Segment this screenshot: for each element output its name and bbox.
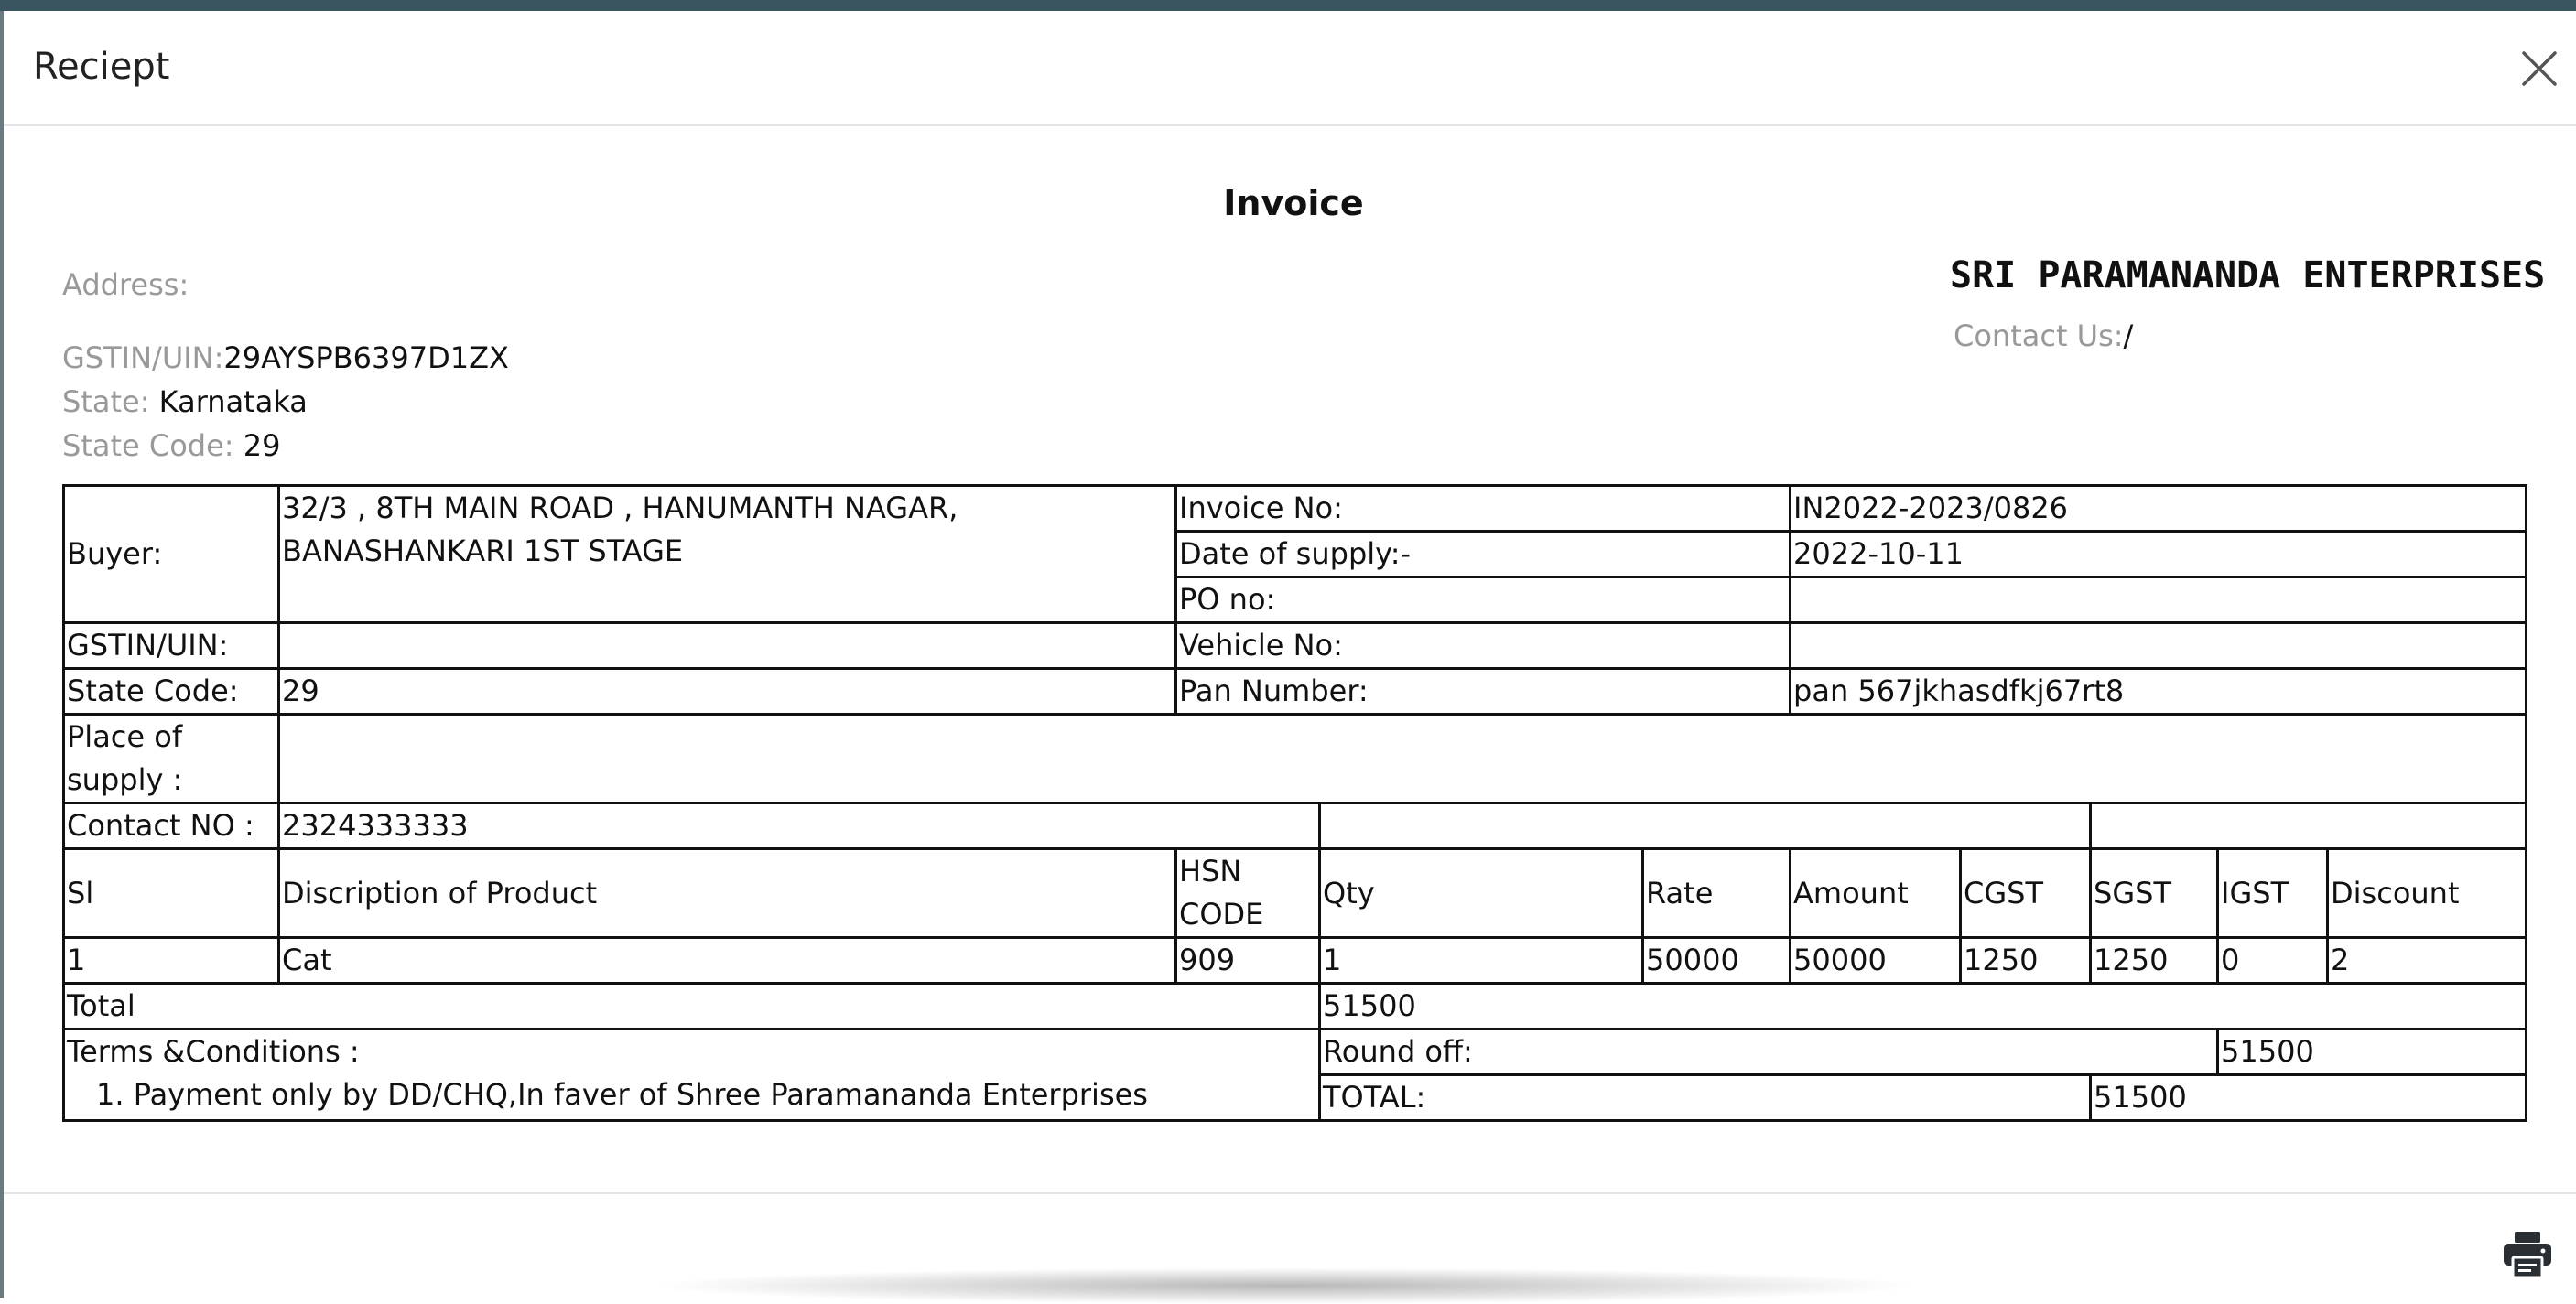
- table-row: Contact NO : 2324333333: [62, 802, 2528, 850]
- table-header-row: Sl Discription of Product HSN CODE Qty R…: [62, 847, 2528, 939]
- column-header-rate: Rate: [1640, 847, 1792, 939]
- cell-igst: 0: [2216, 936, 2330, 985]
- cell-amount: 50000: [1789, 936, 1963, 985]
- gstin-cell-value: [277, 621, 1177, 670]
- empty-cell: [2089, 802, 2528, 850]
- cell-hsn: 909: [1174, 936, 1321, 985]
- column-header-qty: Qty: [1318, 847, 1644, 939]
- column-header-hsn: HSN CODE: [1174, 847, 1321, 939]
- column-header-igst: IGST: [2216, 847, 2330, 939]
- terms-cell: Terms &Conditions : 1. Payment only by D…: [62, 1028, 1321, 1122]
- cell-sl: 1: [62, 936, 280, 985]
- vehicle-value: [1789, 621, 2528, 670]
- cell-qty: 1: [1318, 936, 1644, 985]
- gstin-cell-label: GSTIN/UIN:: [62, 621, 280, 670]
- company-name: SRI PARAMANANDA ENTERPRISES: [1950, 254, 2546, 296]
- place-of-supply-value: [276, 713, 2528, 804]
- state-code-cell-value: 29: [277, 667, 1177, 716]
- footer-shadow: [644, 1267, 1926, 1304]
- vehicle-label: Vehicle No:: [1174, 621, 1792, 670]
- column-header-cgst: CGST: [1959, 847, 2093, 939]
- round-off-label: Round off:: [1317, 1028, 2220, 1076]
- pan-value: pan 567jkhasdfkj67rt8: [1789, 667, 2528, 716]
- invoice-table: Buyer: 32/3 , 8TH MAIN ROAD , HANUMANTH …: [62, 484, 2528, 1122]
- address-label: Address:: [62, 267, 189, 302]
- modal-title: Reciept: [33, 46, 170, 88]
- place-of-supply-label: Place of supply :: [62, 713, 280, 804]
- table-row: 1 Cat 909 1 50000 50000 1250 1250 0 2: [62, 936, 2528, 985]
- receipt-modal: Reciept Invoice Address: GSTIN/UIN:29AYS…: [4, 11, 2576, 1304]
- state-code-cell-label: State Code:: [62, 667, 280, 716]
- terms-label: Terms &Conditions :: [67, 1034, 360, 1069]
- close-icon[interactable]: [2518, 48, 2560, 90]
- modal-footer: [4, 1192, 2576, 1304]
- state-line: State: Karnataka: [62, 384, 308, 419]
- modal-header: Reciept: [4, 11, 2576, 126]
- column-header-sgst: SGST: [2089, 847, 2220, 939]
- top-app-bar: [0, 0, 2576, 11]
- table-row: State Code: 29 Pan Number: pan 567jkhasd…: [62, 667, 2528, 716]
- address-line: Address:: [62, 267, 189, 302]
- total-label: Total: [62, 982, 1321, 1030]
- state-code-line: State Code: 29: [62, 428, 280, 463]
- cell-rate: 50000: [1640, 936, 1792, 985]
- buyer-label: Buyer:: [62, 484, 280, 624]
- terms-list: 1. Payment only by DD/CHQ,In faver of Sh…: [67, 1073, 1316, 1116]
- table-row: GSTIN/UIN: Vehicle No:: [62, 621, 2528, 670]
- date-value: 2022-10-11: [1789, 530, 2528, 578]
- cell-product: Cat: [277, 936, 1177, 985]
- gstin-line: GSTIN/UIN:29AYSPB6397D1ZX: [62, 340, 509, 375]
- empty-cell: [1317, 802, 2093, 850]
- gstin-value: 29AYSPB6397D1ZX: [223, 340, 509, 375]
- state-code-value: 29: [243, 428, 281, 463]
- gstin-label: GSTIN/UIN:: [62, 340, 224, 375]
- contact-us-line: Contact Us:/: [1954, 318, 2133, 353]
- cell-cgst: 1250: [1959, 936, 2093, 985]
- buyer-address: 32/3 , 8TH MAIN ROAD , HANUMANTH NAGAR, …: [277, 484, 1177, 624]
- cell-discount: 2: [2326, 936, 2528, 985]
- invoice-heading: Invoice: [1223, 183, 1364, 223]
- state-label: State:: [62, 384, 150, 419]
- contact-no-value: 2324333333: [277, 802, 1321, 850]
- state-code-label: State Code:: [62, 428, 234, 463]
- grand-total-label: TOTAL:: [1317, 1073, 2093, 1122]
- column-header-amount: Amount: [1789, 847, 1963, 939]
- table-row: Place of supply :: [62, 713, 2528, 804]
- column-header-product: Discription of Product: [277, 847, 1177, 939]
- date-label: Date of supply:-: [1174, 530, 1792, 578]
- invoice-no-label: Invoice No:: [1174, 484, 1792, 533]
- contact-us-label: Contact Us:: [1954, 318, 2124, 353]
- column-header-sl: Sl: [62, 847, 280, 939]
- printer-icon[interactable]: [2501, 1228, 2554, 1281]
- modal-body: Invoice Address: GSTIN/UIN:29AYSPB6397D1…: [4, 126, 2576, 1192]
- state-value: Karnataka: [158, 384, 308, 419]
- cell-sgst: 1250: [2089, 936, 2220, 985]
- column-header-discount: Discount: [2326, 847, 2528, 939]
- table-row: Total 51500: [62, 982, 2528, 1030]
- po-value: [1789, 576, 2528, 624]
- table-row: Buyer: 32/3 , 8TH MAIN ROAD , HANUMANTH …: [62, 484, 2528, 624]
- round-off-value: 51500: [2216, 1028, 2528, 1076]
- total-value: 51500: [1317, 982, 2528, 1030]
- terms-item: 1. Payment only by DD/CHQ,In faver of Sh…: [96, 1077, 1148, 1112]
- table-row: Terms &Conditions : 1. Payment only by D…: [62, 1028, 2528, 1122]
- po-label: PO no:: [1174, 576, 1792, 624]
- contact-no-label: Contact NO :: [62, 802, 280, 850]
- pan-label: Pan Number:: [1174, 667, 1792, 716]
- grand-total-value: 51500: [2089, 1073, 2528, 1122]
- invoice-no-value: IN2022-2023/0826: [1789, 484, 2528, 533]
- contact-us-value: /: [2123, 318, 2134, 353]
